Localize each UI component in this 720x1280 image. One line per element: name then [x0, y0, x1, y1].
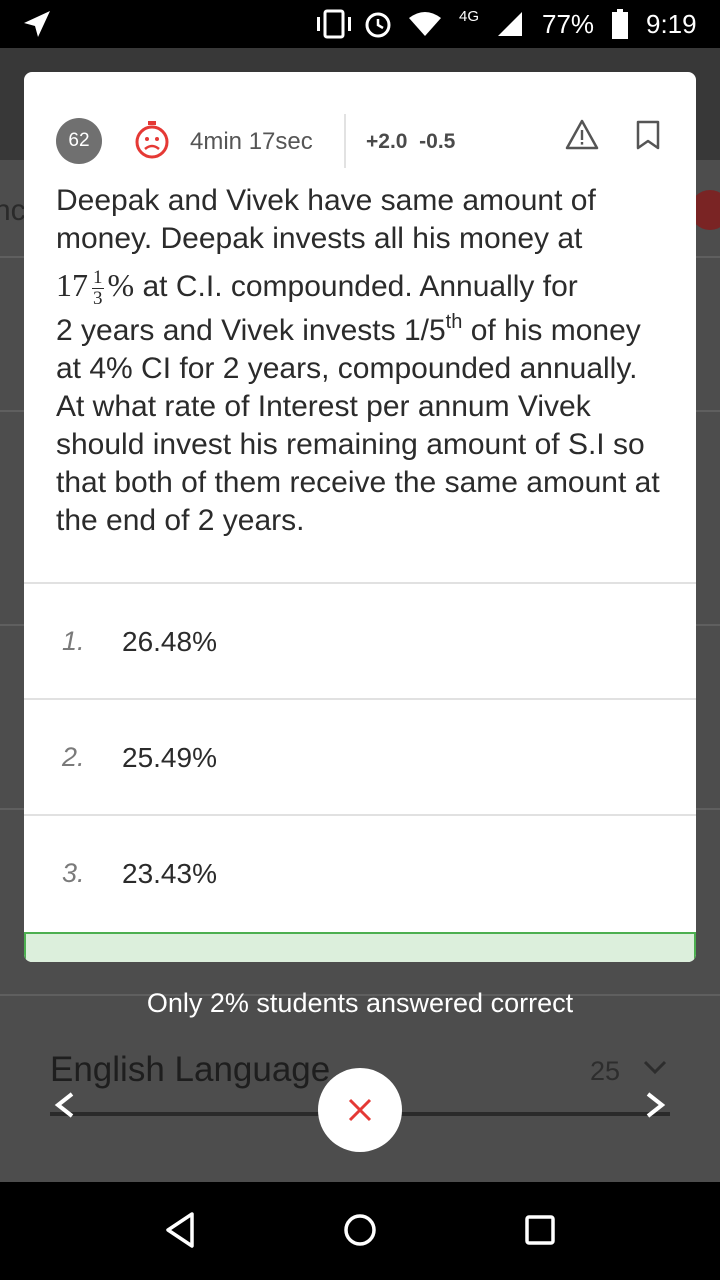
question-header: 62 4min 17sec +2.0 -0.5: [24, 72, 696, 192]
section-name[interactable]: English Language: [50, 1050, 330, 1090]
marks-negative: -0.5: [419, 130, 456, 153]
close-button[interactable]: [318, 1068, 402, 1152]
timer-sad-icon: [134, 120, 170, 160]
time-taken: 4min 17sec: [190, 128, 313, 155]
clock: 9:19: [646, 8, 697, 39]
question-number-badge: 62: [56, 118, 102, 164]
home-icon[interactable]: [338, 1208, 382, 1252]
wifi-icon: [408, 0, 442, 48]
chevron-down-icon[interactable]: [642, 1052, 668, 1083]
recents-icon[interactable]: [518, 1208, 562, 1252]
battery-level: 77%: [542, 8, 595, 39]
bookmark-icon[interactable]: [636, 120, 660, 150]
system-nav-bar: [0, 1182, 720, 1280]
background-tab-fragment: nc: [0, 194, 26, 227]
marks-positive: +2.0: [366, 130, 408, 153]
back-icon[interactable]: [158, 1208, 202, 1252]
option-number: 1.: [62, 626, 85, 656]
section-question-count[interactable]: 25: [590, 1056, 620, 1087]
status-bar: 4G 77% 9:19: [0, 0, 720, 48]
option-2[interactable]: 2. 25.49%: [24, 698, 696, 814]
header-divider: [344, 114, 346, 168]
signal-icon: [496, 0, 524, 48]
network-type: 4G: [459, 7, 480, 25]
battery-icon: [612, 0, 628, 48]
close-icon: [348, 1098, 372, 1122]
rate-fraction: 13: [92, 266, 104, 309]
alarm-icon: [364, 0, 392, 48]
marks: +2.0 -0.5: [366, 130, 455, 154]
rate-fraction-denominator: 3: [93, 287, 103, 309]
question-text-part1: Deepak and Vivek have same amount of mon…: [56, 184, 596, 255]
previous-question-icon[interactable]: [50, 1090, 80, 1129]
option-number: 2.: [62, 742, 85, 772]
ordinal-suffix: th: [445, 311, 463, 333]
rate-fraction-numerator: 1: [92, 266, 104, 289]
correct-percentage-note: Only 2% students answered correct: [146, 988, 574, 1018]
option-text: 26.48%: [122, 626, 217, 657]
option-text: 23.43%: [122, 858, 217, 889]
option-4-correct[interactable]: [24, 932, 696, 962]
option-number: 3.: [62, 858, 85, 888]
rate-whole: 17: [56, 267, 88, 303]
option-text: 25.49%: [122, 742, 217, 773]
question-text-part3-pre: 2 years and Vivek invests 1/5: [56, 314, 446, 347]
vibrate-icon: [314, 0, 354, 48]
interest-rate-line: 17 1 3% at C.I. compounded. Annually for: [56, 258, 666, 312]
question-card: 62 4min 17sec +2.0 -0.5 Deepak and Vivek…: [24, 72, 696, 962]
rate-percent-sign: %: [107, 267, 135, 303]
notification-arrow-icon: [22, 0, 52, 48]
option-1[interactable]: 1. 26.48%: [24, 582, 696, 698]
report-icon[interactable]: [564, 118, 600, 152]
next-question-icon[interactable]: [640, 1090, 670, 1129]
question-text-part3-post: of his money at 4% CI for 2 years, compo…: [56, 314, 660, 537]
question-text: Deepak and Vivek have same amount of mon…: [56, 182, 666, 540]
option-3[interactable]: 3. 23.43%: [24, 814, 696, 930]
question-text-part2: at C.I. compounded. Annually for: [142, 270, 578, 303]
